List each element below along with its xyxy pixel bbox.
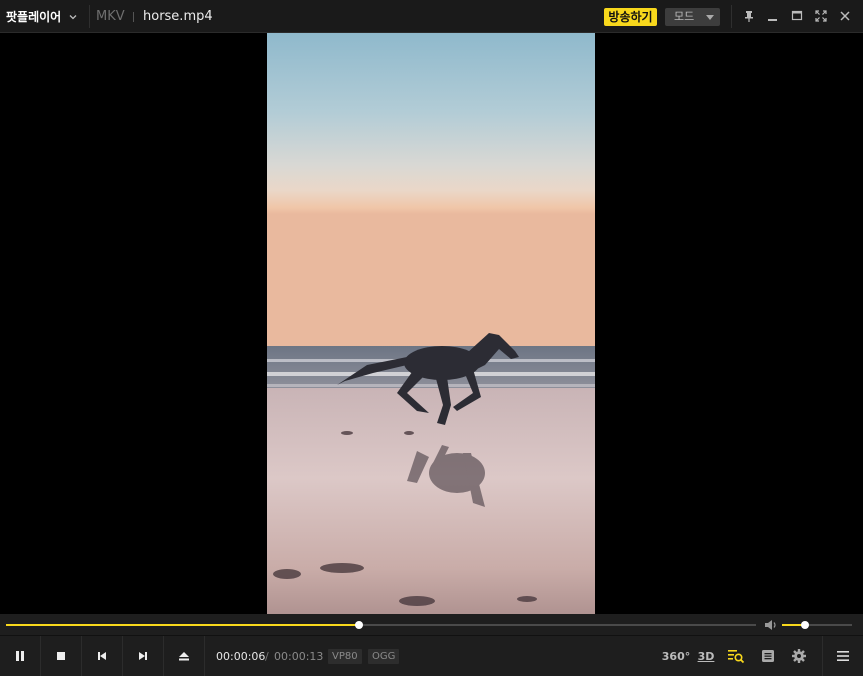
video-codec-badge[interactable]: VP80 (328, 649, 362, 664)
broadcast-button[interactable]: 방송하기 (604, 8, 657, 26)
title-bar: 팟플레이어 MKV horse.mp4 방송하기 모드 (0, 0, 863, 33)
volume-icon[interactable] (764, 619, 778, 631)
minimize-icon[interactable] (765, 8, 781, 24)
file-format-label: MKV (96, 9, 125, 24)
seek-bar-area (0, 614, 863, 635)
video-frame (267, 33, 595, 614)
chevron-down-icon (69, 14, 77, 19)
video-area[interactable] (0, 33, 863, 614)
vr-360-button[interactable]: 360° (661, 648, 691, 664)
maximize-icon[interactable] (789, 8, 805, 24)
playlist-search-icon (728, 650, 745, 664)
playlist-search-button[interactable] (727, 648, 745, 664)
seek-handle[interactable] (354, 621, 363, 629)
next-button[interactable] (123, 636, 164, 676)
volume-handle[interactable] (801, 621, 810, 629)
fullscreen-icon[interactable] (813, 8, 829, 24)
total-time: 00:00:13 (274, 650, 324, 663)
time-separator: / (265, 650, 269, 663)
pin-icon[interactable] (741, 8, 757, 24)
control-bar: 00:00:06 / 00:00:13 VP80 OGG 360° 3D (0, 635, 863, 676)
app-name: 팟플레이어 (6, 10, 62, 24)
file-name: horse.mp4 (143, 9, 213, 24)
playlist-icon (762, 650, 774, 662)
pause-button[interactable] (0, 636, 41, 676)
mode-label: 모드 (674, 10, 695, 23)
divider (133, 12, 134, 22)
3d-icon: 3D (697, 649, 715, 663)
dropdown-arrow-icon (706, 15, 714, 20)
stop-button[interactable] (41, 636, 82, 676)
skip-previous-icon (98, 652, 106, 660)
pause-icon (16, 651, 24, 661)
open-file-button[interactable] (164, 636, 205, 676)
divider (731, 5, 732, 28)
seek-progress (6, 624, 359, 626)
main-menu-button[interactable] (835, 648, 851, 664)
mode-dropdown[interactable]: 모드 (665, 8, 720, 26)
audio-codec-badge[interactable]: OGG (368, 649, 400, 664)
vr-360-icon: 360° (661, 649, 691, 663)
gear-icon (792, 649, 806, 663)
stop-icon (57, 652, 65, 660)
divider (89, 5, 90, 28)
current-time[interactable]: 00:00:06 (216, 650, 265, 663)
hamburger-menu-icon (837, 651, 849, 661)
close-icon[interactable] (837, 8, 853, 24)
playlist-button[interactable] (760, 648, 776, 664)
eject-icon (179, 652, 189, 661)
3d-button[interactable]: 3D (696, 648, 716, 664)
divider (822, 636, 823, 676)
settings-button[interactable] (790, 648, 808, 664)
previous-button[interactable] (82, 636, 123, 676)
skip-next-icon (139, 652, 147, 660)
app-menu-button[interactable]: 팟플레이어 (6, 0, 78, 33)
